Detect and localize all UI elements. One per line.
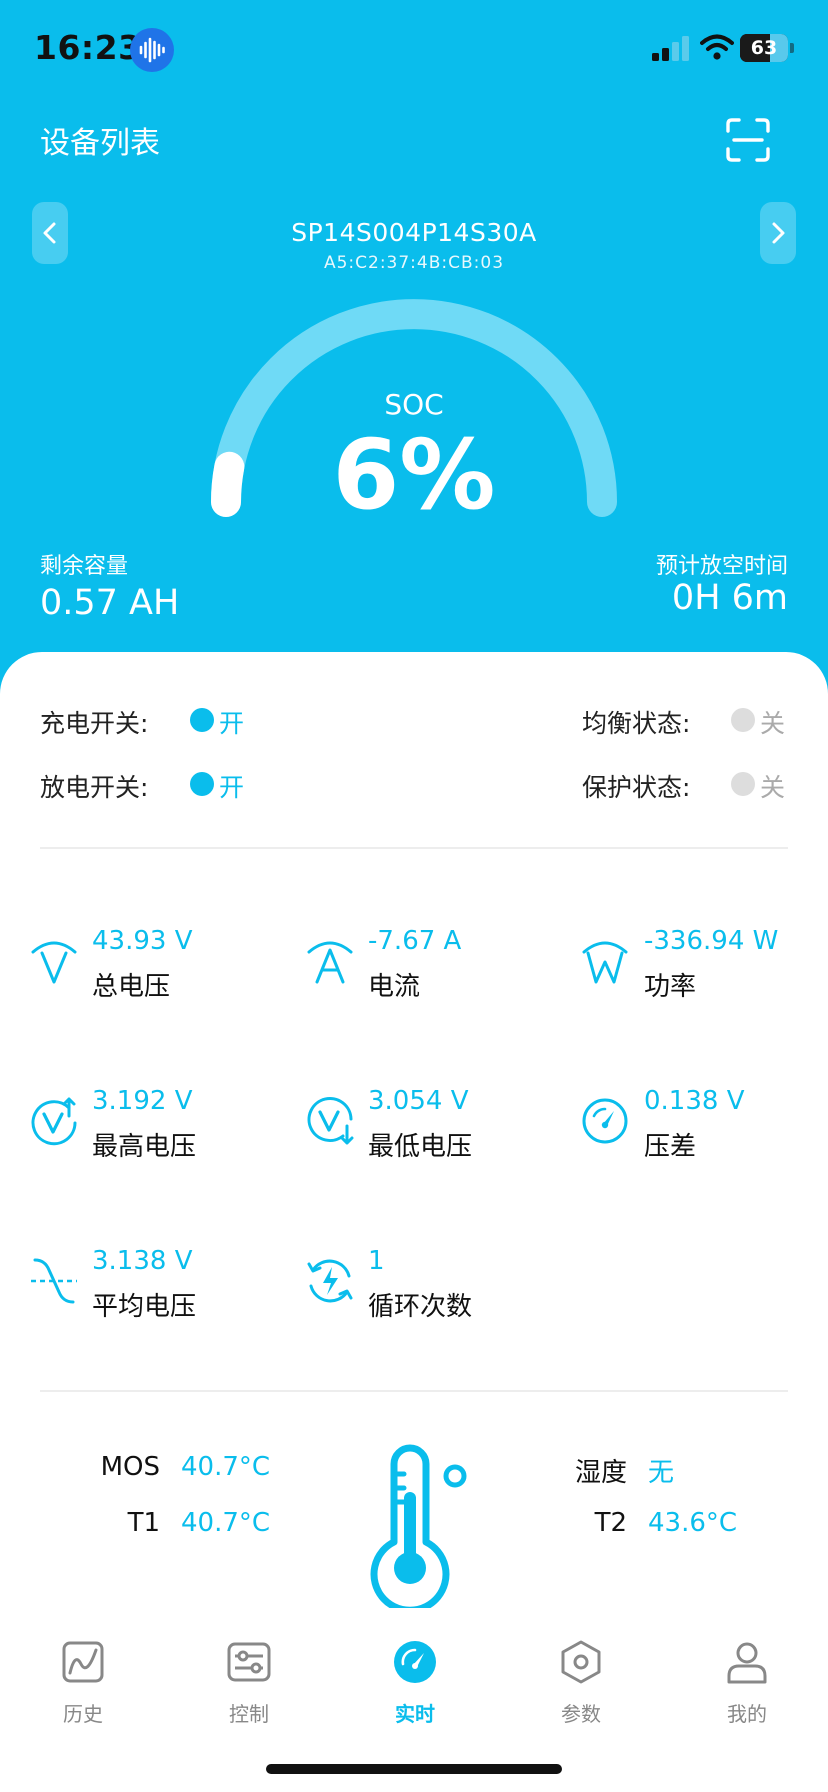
t1-temp-value: 40.7°C xyxy=(181,1508,271,1538)
divider xyxy=(40,1390,788,1392)
protection-status-value: 关 xyxy=(760,773,786,802)
humidity-label: 湿度 xyxy=(574,1458,627,1488)
voltage-difference-label: 压差 xyxy=(644,1132,697,1162)
current-value: -7.67 A xyxy=(368,926,462,956)
power-label: 功率 xyxy=(644,972,697,1002)
t1-temp-label: T1 xyxy=(127,1508,160,1538)
average-voltage-icon xyxy=(31,1258,77,1304)
hero-panel: 16:23 63 设备列表 SP14S004P14S30A A5:C2:37:4… xyxy=(0,0,828,700)
tab-realtime[interactable]: 实时 xyxy=(332,1622,498,1732)
discharge-switch-label: 放电开关: xyxy=(40,773,149,802)
tab-mine-label: 我的 xyxy=(727,1702,767,1726)
protection-status-label: 保护状态: xyxy=(582,773,691,802)
max-voltage-icon xyxy=(31,1097,77,1146)
soc-label: SOC xyxy=(384,388,444,421)
tab-mine[interactable]: 我的 xyxy=(664,1622,828,1732)
tab-bar: 历史 控制 实时 参数 我的 xyxy=(0,1622,828,1732)
min-voltage-value: 3.054 V xyxy=(368,1086,469,1116)
total-voltage-label: 总电压 xyxy=(92,972,171,1002)
thermometer-icon xyxy=(370,1444,467,1608)
power-value: -336.94 W xyxy=(644,926,779,956)
tab-history[interactable]: 历史 xyxy=(0,1622,166,1732)
average-voltage-value: 3.138 V xyxy=(92,1246,193,1276)
sliders-icon xyxy=(227,1642,271,1682)
cycle-count-value: 1 xyxy=(368,1246,385,1276)
speedometer-icon xyxy=(394,1641,436,1683)
min-voltage-label: 最低电压 xyxy=(368,1132,473,1162)
cycle-icon xyxy=(307,1259,353,1303)
estimated-empty-time-label: 预计放空时间 xyxy=(655,554,788,579)
mos-temp-value: 40.7°C xyxy=(181,1452,271,1482)
current-icon xyxy=(307,941,353,984)
tab-params-label: 参数 xyxy=(561,1702,601,1726)
user-icon xyxy=(727,1642,767,1684)
charge-switch-indicator xyxy=(190,708,214,732)
tab-realtime-label: 实时 xyxy=(395,1702,435,1726)
voltage-difference-value: 0.138 V xyxy=(644,1086,745,1116)
remaining-capacity-value: 0.57 AH xyxy=(40,583,180,623)
humidity-value: 无 xyxy=(648,1458,675,1488)
charge-switch-label: 充电开关: xyxy=(40,709,149,738)
history-chart-icon xyxy=(62,1641,104,1683)
gauge-icon xyxy=(582,1098,628,1144)
total-voltage-value: 43.93 V xyxy=(92,926,193,956)
remaining-capacity-label: 剩余容量 xyxy=(40,554,129,579)
current-label: 电流 xyxy=(368,972,421,1002)
protection-status-indicator xyxy=(731,772,755,796)
details-card xyxy=(0,652,828,1792)
home-indicator[interactable] xyxy=(266,1764,562,1774)
divider xyxy=(40,847,788,849)
max-voltage-value: 3.192 V xyxy=(92,1086,193,1116)
hexagon-nut-icon xyxy=(561,1640,601,1684)
charge-switch-value: 开 xyxy=(219,709,245,738)
discharge-switch-value: 开 xyxy=(219,773,245,802)
voltage-icon xyxy=(31,941,77,984)
balance-status-indicator xyxy=(731,708,755,732)
min-voltage-icon xyxy=(307,1097,354,1145)
tab-control[interactable]: 控制 xyxy=(166,1622,332,1732)
soc-value: 6% xyxy=(332,419,496,531)
discharge-switch-indicator xyxy=(190,772,214,796)
max-voltage-label: 最高电压 xyxy=(92,1132,197,1162)
t2-temp-value: 43.6°C xyxy=(648,1508,738,1538)
balance-status-label: 均衡状态: xyxy=(582,709,691,738)
average-voltage-label: 平均电压 xyxy=(92,1292,197,1322)
t2-temp-label: T2 xyxy=(594,1508,627,1538)
estimated-empty-time-value: 0H 6m xyxy=(671,578,788,618)
tab-control-label: 控制 xyxy=(229,1702,269,1726)
tab-params[interactable]: 参数 xyxy=(498,1622,664,1732)
mos-temp-label: MOS xyxy=(100,1452,160,1482)
power-icon xyxy=(582,941,628,984)
balance-status-value: 关 xyxy=(760,709,786,738)
tab-history-label: 历史 xyxy=(63,1702,103,1726)
cycle-count-label: 循环次数 xyxy=(368,1292,473,1322)
